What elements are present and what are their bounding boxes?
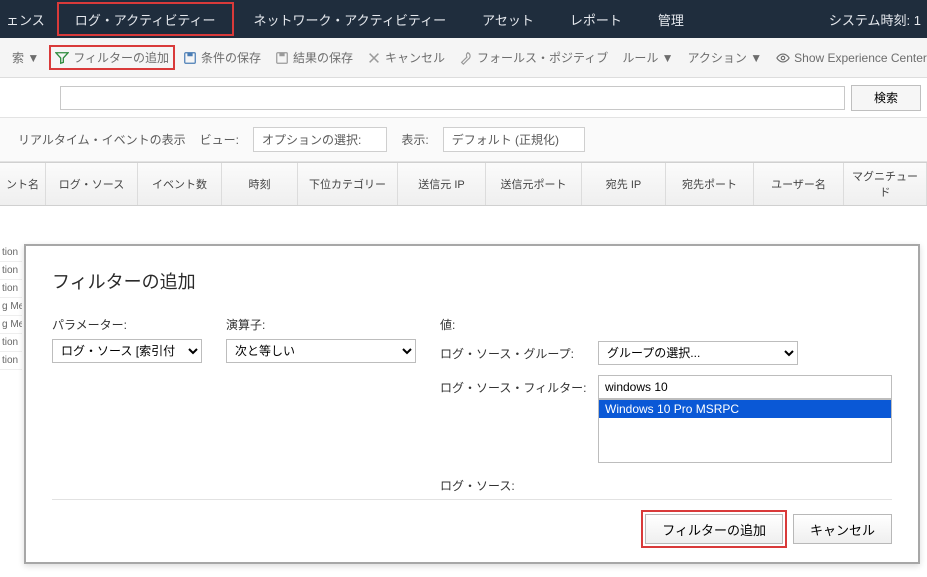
actions-dropdown[interactable]: アクション ▼ [682, 45, 769, 70]
view-options: リアルタイム・イベントの表示 ビュー: オプションの選択: 表示: デフォルト … [0, 118, 927, 162]
table-row[interactable]: tion [0, 244, 22, 262]
save-criteria-button[interactable]: 条件の保存 [177, 45, 267, 70]
list-item[interactable]: Windows 10 Pro MSRPC [599, 400, 891, 418]
display-label: 表示: [401, 131, 428, 148]
log-source-group-label: ログ・ソース・グループ: [440, 341, 590, 362]
table-row[interactable]: g Me [0, 316, 22, 334]
view-label: ビュー: [200, 131, 239, 148]
log-source-group-select[interactable]: グループの選択... [598, 341, 798, 365]
nav-item-log-activity[interactable]: ログ・アクティビティー [57, 2, 234, 36]
dialog-title: フィルターの追加 [52, 268, 892, 294]
table-row[interactable]: tion [0, 280, 22, 298]
save-results-icon [275, 51, 289, 65]
dialog-add-filter-button[interactable]: フィルターの追加 [645, 514, 783, 544]
add-filter-dialog: フィルターの追加 パラメーター: ログ・ソース [索引付 演算子: 次と等しい … [24, 244, 920, 564]
nav-item-reports[interactable]: レポート [552, 0, 640, 38]
eye-icon [776, 51, 790, 65]
save-results-button[interactable]: 結果の保存 [269, 45, 359, 70]
save-results-label: 結果の保存 [293, 49, 353, 66]
log-source-filter-input[interactable] [598, 375, 892, 399]
value-label: 値: [440, 316, 892, 333]
col-time[interactable]: 時刻 [222, 163, 298, 205]
parameter-group: パラメーター: ログ・ソース [索引付 [52, 316, 202, 499]
nav-item-assets[interactable]: アセット [464, 0, 552, 38]
col-src-port[interactable]: 送信元ポート [486, 163, 582, 205]
table-rows-truncated: tion tion tion g Me g Me tion tion [0, 244, 22, 370]
operator-select[interactable]: 次と等しい [226, 339, 416, 363]
wrench-icon [459, 51, 473, 65]
log-source-row: ログ・ソース: [440, 473, 892, 494]
log-source-filter-label: ログ・ソース・フィルター: [440, 375, 590, 396]
nav-item-offense[interactable]: ェンス [0, 0, 55, 38]
col-username[interactable]: ユーザー名 [754, 163, 844, 205]
realtime-label: リアルタイム・イベントの表示 [18, 131, 186, 148]
rules-dropdown[interactable]: ルール ▼ [616, 45, 679, 70]
table-row[interactable]: tion [0, 262, 22, 280]
col-event-count[interactable]: イベント数 [138, 163, 222, 205]
view-select-value: オプションの選択: [262, 131, 361, 148]
log-source-listbox[interactable]: Windows 10 Pro MSRPC [598, 399, 892, 463]
display-select-value: デフォルト (正規化) [452, 131, 559, 148]
nav-item-network-activity[interactable]: ネットワーク・アクティビティー [236, 0, 465, 38]
operator-group: 演算子: 次と等しい [226, 316, 416, 499]
table-row[interactable]: tion [0, 352, 22, 370]
operator-label: 演算子: [226, 316, 416, 333]
cancel-icon [367, 51, 381, 65]
system-clock: システム時刻: 1 [817, 0, 927, 38]
nav-spacer [702, 0, 817, 38]
save-icon [183, 51, 197, 65]
table-row[interactable]: tion [0, 334, 22, 352]
filter-icon [55, 51, 69, 65]
dialog-footer: フィルターの追加 キャンセル [52, 499, 892, 544]
search-input[interactable] [60, 86, 845, 110]
nav-item-admin[interactable]: 管理 [640, 0, 702, 38]
col-log-source[interactable]: ログ・ソース [46, 163, 138, 205]
show-experience-center-button[interactable]: Show Experience Center [770, 47, 927, 69]
top-nav: ェンス ログ・アクティビティー ネットワーク・アクティビティー アセット レポー… [0, 0, 927, 38]
col-dst-ip[interactable]: 宛先 IP [582, 163, 666, 205]
false-positive-label: フォールス・ポジティブ [477, 49, 608, 66]
display-select[interactable]: デフォルト (正規化) [443, 127, 585, 152]
add-filter-button[interactable]: フィルターの追加 [49, 45, 175, 70]
dialog-body: パラメーター: ログ・ソース [索引付 演算子: 次と等しい 値: ログ・ソース… [52, 316, 892, 499]
add-filter-label: フィルターの追加 [73, 49, 169, 66]
log-source-label: ログ・ソース: [440, 473, 590, 494]
show-experience-center-label: Show Experience Center [794, 51, 927, 65]
dialog-cancel-button[interactable]: キャンセル [793, 514, 892, 544]
actions-label: アクション ▼ [688, 49, 763, 66]
col-dst-port[interactable]: 宛先ポート [666, 163, 754, 205]
col-event-name[interactable]: ント名 [0, 163, 46, 205]
parameter-select[interactable]: ログ・ソース [索引付 [52, 339, 202, 363]
cancel-label: キャンセル [385, 49, 445, 66]
value-group: 値: ログ・ソース・グループ: グループの選択... ログ・ソース・フィルター: [440, 316, 892, 499]
search-row: 検索 [0, 78, 927, 118]
col-subcategory[interactable]: 下位カテゴリー [298, 163, 398, 205]
view-select[interactable]: オプションの選択: [253, 127, 387, 152]
log-source-group-row: ログ・ソース・グループ: グループの選択... [440, 341, 892, 365]
false-positive-button[interactable]: フォールス・ポジティブ [453, 45, 614, 70]
rules-label: ルール ▼ [622, 49, 673, 66]
log-source-filter-row: ログ・ソース・フィルター: Windows 10 Pro MSRPC [440, 375, 892, 463]
table-row[interactable]: g Me [0, 298, 22, 316]
toolbar: 索 ▼ フィルターの追加 条件の保存 結果の保存 キャンセル フォールス・ポジテ… [0, 38, 927, 78]
search-button[interactable]: 検索 [851, 85, 921, 111]
search-dropdown[interactable]: 索 ▼ [6, 45, 45, 70]
events-table-header: ント名 ログ・ソース イベント数 時刻 下位カテゴリー 送信元 IP 送信元ポー… [0, 162, 927, 206]
col-src-ip[interactable]: 送信元 IP [398, 163, 486, 205]
cancel-button[interactable]: キャンセル [361, 45, 451, 70]
parameter-label: パラメーター: [52, 316, 202, 333]
col-magnitude[interactable]: マグニチュード [844, 163, 927, 205]
save-criteria-label: 条件の保存 [201, 49, 261, 66]
